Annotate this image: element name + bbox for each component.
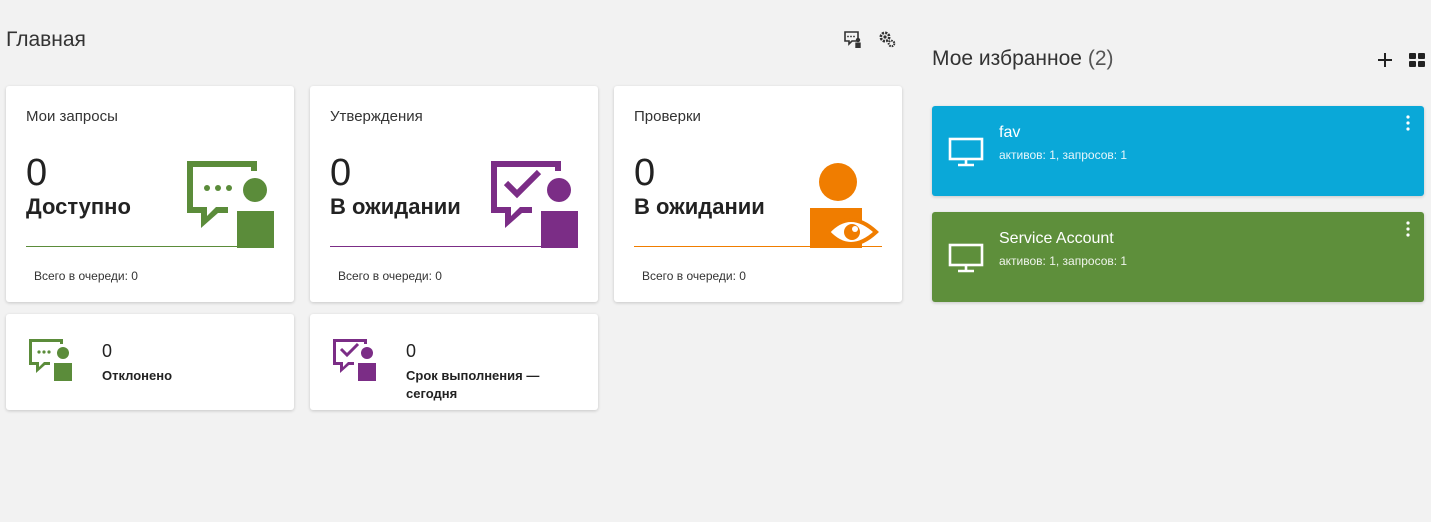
monitor-icon [948, 242, 984, 274]
card-label: Мои запросы [26, 108, 118, 125]
card-queue: Всего в очереди: 0 [338, 269, 442, 283]
card-rejected[interactable]: 0 Отклонено [6, 314, 294, 410]
card-count: 0 [26, 152, 48, 194]
favorite-name: Service Account [999, 230, 1114, 247]
more-vertical-icon[interactable] [1400, 114, 1416, 134]
plus-icon[interactable] [1375, 50, 1395, 70]
approval-person-icon [488, 156, 580, 248]
card-queue: Всего в очереди: 0 [34, 269, 138, 283]
card-label: Отклонено [102, 368, 173, 383]
more-vertical-icon[interactable] [1400, 220, 1416, 240]
favorite-name: fav [999, 124, 1021, 141]
card-count: 0 [406, 341, 417, 361]
header-actions [843, 29, 897, 49]
card-queue: Всего в очереди: 0 [642, 269, 746, 283]
favorites-title: Мое избранное (2) [932, 47, 1114, 71]
favorites-count: (2) [1087, 47, 1114, 70]
favorite-item-service-account[interactable]: Service Account активов: 1, запросов: 1 [932, 212, 1424, 302]
gears-icon[interactable] [877, 29, 897, 49]
card-due-today[interactable]: 0 Срок выполнения — сегодня [310, 314, 598, 410]
favorite-item-fav[interactable]: fav активов: 1, запросов: 1 [932, 106, 1424, 196]
card-count: 0 [330, 152, 352, 194]
card-count: 0 [102, 341, 113, 361]
card-reviews[interactable]: Проверки 0 В ожидании Всего в очереди: 0 [614, 86, 902, 302]
favorite-subtitle: активов: 1, запросов: 1 [999, 254, 1128, 268]
monitor-icon [948, 136, 984, 168]
favorites-actions [1375, 50, 1427, 70]
card-label: Утверждения [330, 108, 423, 125]
chat-person-icon[interactable] [843, 29, 863, 49]
card-approvals[interactable]: Утверждения 0 В ожидании Всего в очереди… [310, 86, 598, 302]
card-status: В ожидании [330, 194, 461, 219]
favorites-title-text: Мое избранное [932, 47, 1082, 70]
chat-person-icon [184, 156, 276, 248]
favorite-subtitle: активов: 1, запросов: 1 [999, 148, 1128, 162]
card-label: Проверки [634, 108, 701, 125]
card-status: Доступно [26, 194, 131, 219]
card-label: Срок выполнения — сегодня [406, 368, 540, 401]
card-count: 0 [634, 152, 656, 194]
approval-person-icon [332, 336, 378, 382]
page-title: Главная [6, 28, 86, 51]
card-status: В ожидании [634, 194, 765, 219]
grid-icon[interactable] [1407, 50, 1427, 70]
card-my-requests[interactable]: Мои запросы 0 Доступно Всего в очереди: … [6, 86, 294, 302]
chat-person-icon [28, 336, 74, 382]
person-eye-icon [792, 156, 884, 248]
